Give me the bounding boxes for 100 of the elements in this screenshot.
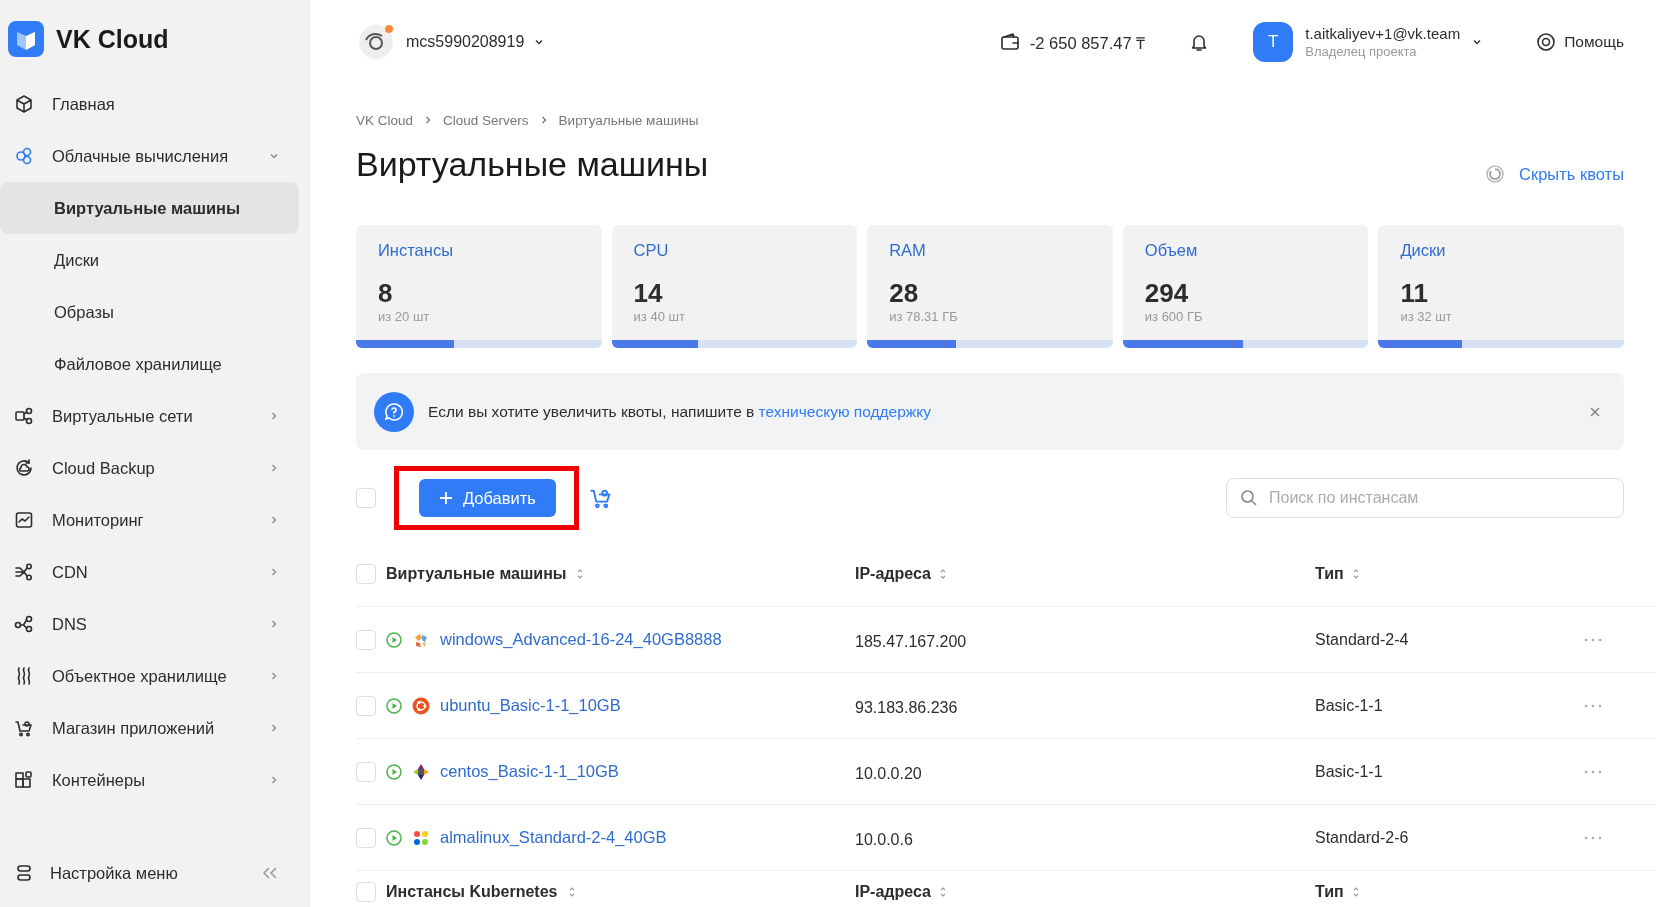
chevron-down-icon xyxy=(269,151,279,161)
sort-icon[interactable] xyxy=(567,886,576,897)
logo-text: VK Cloud xyxy=(56,24,169,54)
ip-address: 185.47.167.200 xyxy=(855,631,967,651)
spinner-icon xyxy=(1485,164,1506,184)
column-header[interactable]: Виртуальные машины xyxy=(386,565,567,583)
sidebar-subitem[interactable]: Образы xyxy=(0,286,299,338)
ip-address: 10.0.0.20 xyxy=(855,763,922,783)
quota-value: 28 xyxy=(888,278,920,309)
help-link[interactable]: Помощь xyxy=(1564,33,1624,51)
quota-value: 11 xyxy=(1399,278,1429,309)
sort-icon[interactable] xyxy=(1351,569,1360,579)
help-bubble-icon xyxy=(383,400,405,423)
sidebar-subitem[interactable]: Файловое хранилище xyxy=(0,338,299,390)
checkbox[interactable] xyxy=(356,827,376,848)
collapse-icon[interactable] xyxy=(261,866,279,880)
checkbox[interactable] xyxy=(356,564,376,584)
vm-name-link[interactable]: ubuntu_Basic-1-1_10GB xyxy=(440,696,621,715)
breadcrumb-link[interactable]: VK Cloud xyxy=(356,112,414,128)
sort-icon[interactable] xyxy=(1351,886,1360,897)
instance-type: Basic-1-1 xyxy=(1315,762,1383,781)
balance[interactable]: -2 650 857.47 ₸ xyxy=(1029,30,1146,54)
sidebar-item[interactable]: DNS xyxy=(0,598,299,650)
share-icon xyxy=(14,562,34,582)
instance-type: Standard-2-4 xyxy=(1315,630,1409,649)
ubuntu-icon xyxy=(412,696,430,715)
hide-quotas-link[interactable]: Скрыть квоты xyxy=(1519,164,1624,184)
circles-icon xyxy=(14,146,34,166)
sliders-icon xyxy=(14,863,34,883)
checkbox[interactable] xyxy=(356,695,376,716)
sidebar-item[interactable]: Главная xyxy=(0,78,299,130)
sidebar-subitem[interactable]: Виртуальные машины xyxy=(0,182,299,234)
ip-address: 10.0.0.6 xyxy=(855,829,913,849)
chevron-down-icon xyxy=(534,37,545,47)
chevron-down-icon xyxy=(1472,37,1483,47)
sort-icon[interactable] xyxy=(576,569,585,579)
chevron-right-icon xyxy=(269,671,279,681)
breadcrumb-link[interactable]: Виртуальные машины xyxy=(558,112,699,128)
quota-label: Объем xyxy=(1143,241,1199,260)
plus-icon xyxy=(439,491,453,505)
sidebar-item[interactable]: Облачные вычисления xyxy=(0,130,299,182)
sidebar-item[interactable]: Мониторинг xyxy=(0,494,299,546)
column-header[interactable]: IP-адреса xyxy=(855,882,931,901)
quota-limit: из 600 ГБ xyxy=(1143,309,1204,324)
column-header[interactable]: IP-адреса xyxy=(855,565,931,583)
checkbox[interactable] xyxy=(356,881,376,902)
project-avatar-icon[interactable] xyxy=(356,22,396,62)
quota-limit: из 40 шт xyxy=(632,309,686,324)
add-button[interactable]: Добавить xyxy=(419,479,556,517)
vm-name-link[interactable]: centos_Basic-1-1_10GB xyxy=(440,762,619,781)
more-icon[interactable] xyxy=(1584,769,1602,774)
sidebar-item[interactable]: CDN xyxy=(0,546,299,598)
user-email: t.aitkaliyev+1@vk.team xyxy=(1305,25,1461,42)
quota-label: RAM xyxy=(888,241,927,260)
project-name[interactable]: mcs5990208919 xyxy=(406,33,525,51)
vm-name-link[interactable]: almalinux_Standard-2-4_40GB xyxy=(440,828,667,847)
ip-address: 93.183.86.236 xyxy=(855,697,958,717)
chart-icon xyxy=(14,510,34,530)
backup-icon xyxy=(14,458,34,478)
checkbox[interactable] xyxy=(356,488,376,508)
sidebar-subitem[interactable]: Диски xyxy=(0,234,299,286)
sort-icon[interactable] xyxy=(938,886,947,897)
sidebar-item[interactable]: Контейнеры xyxy=(0,754,299,806)
cube-icon xyxy=(14,94,34,114)
banner-text: Если вы хотите увеличить квоты, напишите в техническую поддержку xyxy=(428,402,932,421)
breadcrumb-link[interactable]: Cloud Servers xyxy=(443,112,529,128)
cart-icon xyxy=(14,718,34,738)
os-icon xyxy=(412,762,430,781)
help-icon xyxy=(1536,32,1557,52)
more-icon[interactable] xyxy=(1584,637,1602,642)
chevron-right-icon xyxy=(269,723,279,733)
sidebar-item[interactable]: Магазин приложений xyxy=(0,702,299,754)
column-header[interactable]: Инстансы Kubernetes xyxy=(386,882,558,901)
more-icon[interactable] xyxy=(1584,703,1602,708)
sort-icon[interactable] xyxy=(938,569,947,579)
page-title: Виртуальные машины xyxy=(356,144,710,184)
chevron-right-icon xyxy=(269,567,279,577)
checkbox[interactable] xyxy=(356,629,376,650)
column-header[interactable]: Тип xyxy=(1315,565,1344,583)
nodes-icon xyxy=(14,614,34,634)
chevron-right-icon xyxy=(269,619,279,629)
close-icon[interactable] xyxy=(1588,404,1602,419)
chevron-right-icon xyxy=(269,775,279,785)
quota-label: Диски xyxy=(1399,241,1447,260)
support-link[interactable]: техническую поддержку xyxy=(758,402,931,420)
sidebar-item[interactable]: Cloud Backup xyxy=(0,442,299,494)
user-avatar[interactable]: T xyxy=(1253,22,1294,62)
sidebar-item[interactable]: Виртуальные сети xyxy=(0,390,299,442)
network-icon xyxy=(14,406,34,426)
checkbox[interactable] xyxy=(356,761,376,782)
vm-name-link[interactable]: windows_Advanced-16-24_40GB8888 xyxy=(440,630,722,649)
menu-settings-label[interactable]: Настройка меню xyxy=(50,863,245,883)
quota-label: Инстансы xyxy=(377,241,454,260)
column-header[interactable]: Тип xyxy=(1315,882,1344,901)
quota-value: 294 xyxy=(1143,278,1190,309)
quota-label: CPU xyxy=(632,241,670,260)
more-icon[interactable] xyxy=(1584,835,1602,840)
sidebar-item[interactable]: Объектное хранилище xyxy=(0,650,299,702)
instance-type: Standard-2-6 xyxy=(1315,828,1409,847)
search-field[interactable]: Поиск по инстансам xyxy=(1226,478,1624,518)
